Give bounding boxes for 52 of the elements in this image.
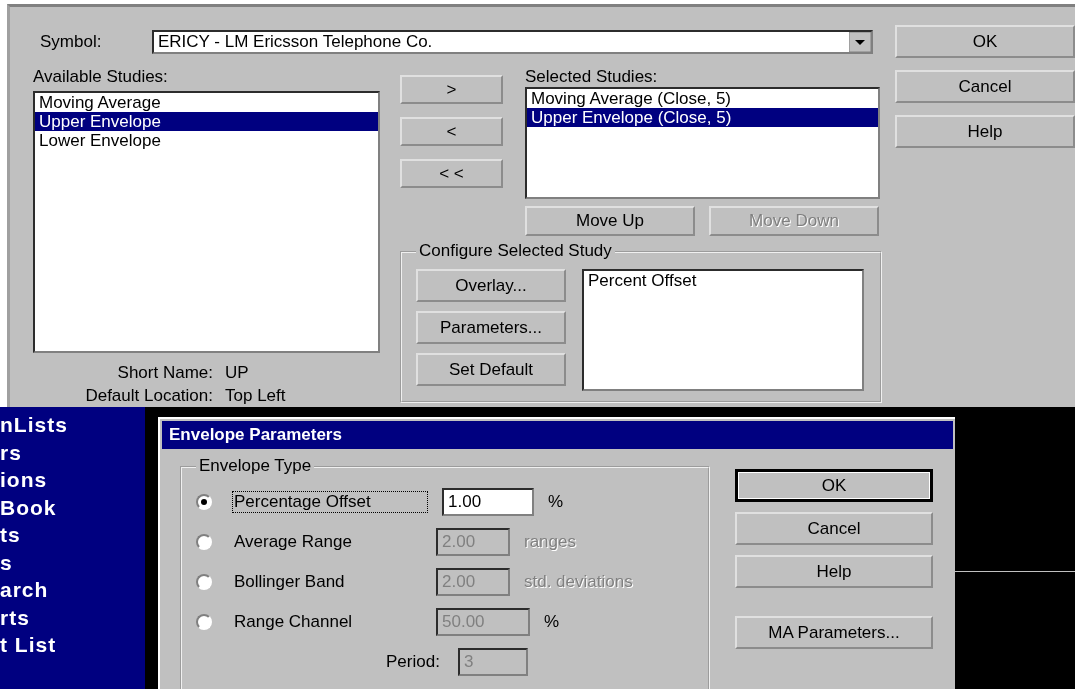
parameter-list[interactable]: Percent Offset (582, 269, 864, 391)
symbol-label: Symbol: (40, 32, 103, 52)
dialog-button[interactable]: OK (735, 469, 933, 502)
sidebar-item[interactable]: ions (0, 466, 145, 494)
sidebar-item[interactable]: nLists (0, 411, 145, 439)
short-name-value: UP (225, 362, 250, 384)
option-label[interactable]: Percentage Offset (232, 491, 428, 513)
sidebar-item[interactable]: rs (0, 438, 145, 466)
list-item[interactable]: Upper Envelope (Close, 5) (527, 108, 878, 127)
sidebar-item[interactable]: Book (0, 493, 145, 521)
group-title: Envelope Type (196, 456, 315, 476)
dialog-button[interactable]: Cancel (895, 70, 1075, 103)
sidebar-item[interactable]: rts (0, 603, 145, 631)
configure-button[interactable]: Set Default (416, 353, 566, 386)
symbol-dropdown[interactable]: ERICY - LM Ericsson Telephone Co. (152, 30, 873, 54)
dialog-button[interactable]: MA Parameters... (735, 616, 933, 649)
period-label: Period: (386, 652, 441, 672)
dropdown-arrow-icon[interactable] (849, 32, 871, 52)
group-title: Configure Selected Study (416, 241, 615, 261)
default-location-label: Default Location: (84, 385, 213, 407)
available-studies-list[interactable]: Moving Average Upper Envelope Lower Envelope (33, 91, 380, 353)
sidebar-item[interactable]: arch (0, 576, 145, 604)
transfer-button[interactable]: < < (400, 159, 503, 188)
configure-button[interactable]: Overlay... (416, 269, 566, 302)
short-name-label: Short Name: (116, 362, 213, 384)
dialog-button[interactable]: Help (735, 555, 933, 588)
available-studies-label: Available Studies: (33, 67, 169, 87)
sidebar-item[interactable]: s (0, 548, 145, 576)
dialog-button[interactable]: Help (895, 115, 1075, 148)
transfer-button[interactable]: < (400, 117, 503, 146)
list-item[interactable]: Upper Envelope (35, 112, 378, 131)
unit-label: % (544, 612, 560, 632)
dialog-button[interactable]: Cancel (735, 512, 933, 545)
unit-label: ranges (524, 532, 576, 552)
value-field[interactable]: 1.00 (442, 488, 534, 516)
sidebar-item[interactable]: ts (0, 521, 145, 549)
list-item[interactable]: Percent Offset (584, 271, 862, 290)
move-button[interactable]: Move Up (525, 206, 695, 236)
dialog-button[interactable]: OK (895, 25, 1075, 58)
list-item[interactable]: Lower Envelope (35, 131, 378, 150)
default-location-value: Top Left (225, 385, 287, 407)
list-item[interactable]: Moving Average (35, 93, 378, 112)
list-item[interactable]: Moving Average (Close, 5) (527, 89, 878, 108)
sidebar-item[interactable]: t List (0, 631, 145, 659)
configure-button[interactable]: Parameters... (416, 311, 566, 344)
selected-studies-list[interactable]: Moving Average (Close, 5) Upper Envelope (Close, 5) (525, 87, 880, 199)
radio-button[interactable] (196, 494, 212, 510)
selected-studies-label: Selected Studies: (525, 67, 659, 87)
dialog-title: Envelope Parameters (169, 425, 342, 445)
transfer-button[interactable]: > (400, 75, 503, 104)
unit-label: % (548, 492, 564, 512)
unit-label: std. deviations (524, 572, 633, 592)
